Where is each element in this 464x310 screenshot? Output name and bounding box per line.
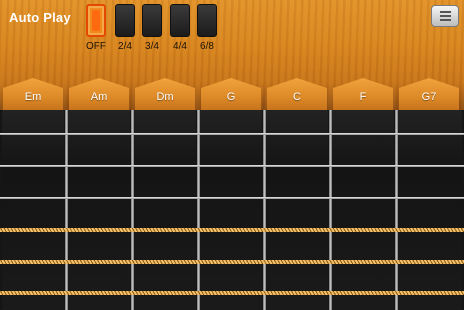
fret-bar bbox=[131, 110, 134, 310]
chord-label: G7 bbox=[421, 91, 437, 103]
chord-label: C bbox=[293, 91, 301, 103]
fret-bar bbox=[329, 110, 332, 310]
string-3[interactable] bbox=[0, 197, 464, 199]
rhythm-toggle-6-8[interactable] bbox=[197, 4, 217, 37]
fretboard bbox=[0, 110, 464, 310]
rhythm-toggle-off[interactable] bbox=[86, 4, 106, 37]
chord-column-em[interactable] bbox=[0, 110, 66, 310]
rhythm-toggle-3-4[interactable] bbox=[142, 4, 162, 37]
chord-column-am[interactable] bbox=[66, 110, 132, 310]
menu-button[interactable] bbox=[431, 5, 459, 27]
rhythm-label-6-8: 6/8 bbox=[200, 41, 214, 52]
app-title: Auto Play bbox=[9, 10, 71, 25]
chord-column-g[interactable] bbox=[198, 110, 264, 310]
fret-bar bbox=[395, 110, 398, 310]
chord-label: G bbox=[226, 91, 236, 103]
string-2[interactable] bbox=[0, 165, 464, 167]
chord-label: Em bbox=[24, 91, 42, 103]
chord-label: F bbox=[359, 91, 367, 103]
rhythm-label-off: OFF bbox=[86, 41, 106, 52]
chord-column-dm[interactable] bbox=[132, 110, 198, 310]
fret-bar bbox=[197, 110, 200, 310]
string-1[interactable] bbox=[0, 133, 464, 135]
rhythm-toggle-2-4[interactable] bbox=[115, 4, 135, 37]
chord-column-c[interactable] bbox=[264, 110, 330, 310]
chord-column-g7[interactable] bbox=[396, 110, 464, 310]
string-6[interactable] bbox=[0, 291, 464, 295]
string-4[interactable] bbox=[0, 228, 464, 232]
chord-column-f[interactable] bbox=[330, 110, 396, 310]
rhythm-label-3-4: 3/4 bbox=[145, 41, 159, 52]
rhythm-label-2-4: 2/4 bbox=[118, 41, 132, 52]
rhythm-label-4-4: 4/4 bbox=[173, 41, 187, 52]
fret-bar bbox=[263, 110, 266, 310]
chord-label: Dm bbox=[156, 91, 174, 103]
string-5[interactable] bbox=[0, 260, 464, 264]
rhythm-toggle-4-4[interactable] bbox=[170, 4, 190, 37]
menu-icon bbox=[440, 11, 451, 23]
fret-bar bbox=[65, 110, 68, 310]
chord-label: Am bbox=[90, 91, 108, 103]
